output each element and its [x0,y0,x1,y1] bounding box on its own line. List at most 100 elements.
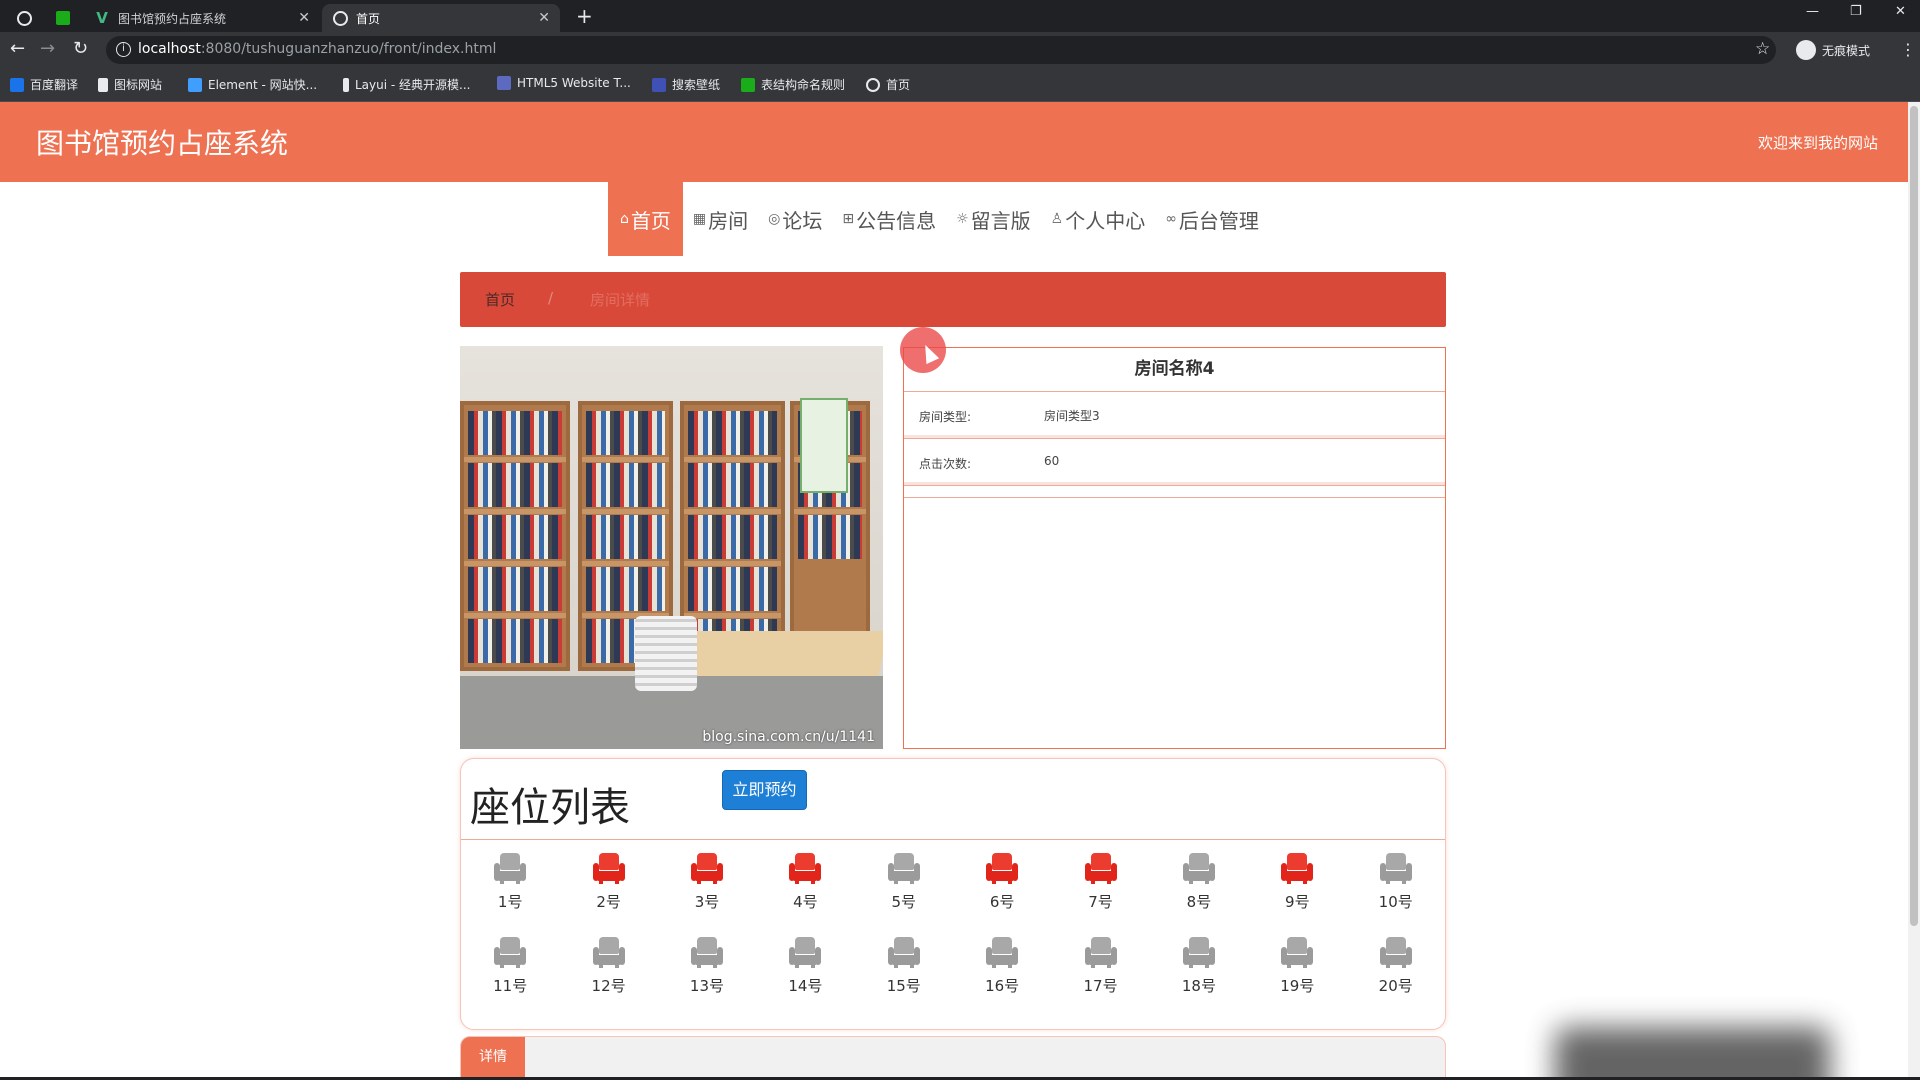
seat-item[interactable]: 16号 [953,929,1051,1013]
nav-rooms[interactable]: ▦ 房间 [683,182,758,256]
tab-library-system[interactable]: V 图书馆预约占座系统 ✕ [84,4,320,32]
bookmark-item[interactable]: 百度翻译 [10,76,78,93]
nav-announcements[interactable]: ⊞ 公告信息 [832,182,946,256]
bookmark-star-icon[interactable]: ☆ [1755,39,1770,59]
welcome-text: 欢迎来到我的网站 [1757,134,1878,152]
armchair-icon [592,853,625,884]
armchair-icon [494,937,527,968]
chat-icon: ◎ [768,211,781,227]
seat-label: 1号 [497,893,523,911]
click-count-label: 点击次数: [919,457,972,471]
user-icon: ♙ [1050,211,1064,227]
site-header: 图书馆预约占座系统 欢迎来到我的网站 [0,102,1908,182]
seat-label: 3号 [694,893,720,911]
new-tab-icon[interactable]: + [576,4,593,28]
seat-item[interactable]: 14号 [756,929,854,1013]
seat-item[interactable]: 9号 [1248,845,1346,929]
armchair-icon [887,937,920,968]
element-icon [188,77,202,92]
globe-icon [332,10,348,26]
bookmark-item[interactable]: 图标网站 [98,76,162,93]
photo-watermark: blog.sina.com.cn/u/1141 [702,729,875,745]
room-name: 房间名称4 [904,348,1445,392]
bookmark-item[interactable]: 搜索壁纸 [652,76,720,93]
seat-list-title: 座位列表 [470,785,630,831]
browser-app-tab[interactable] [6,4,50,32]
seat-label: 5号 [891,893,917,911]
info-icon[interactable]: i [116,42,131,57]
seat-item[interactable]: 12号 [559,929,657,1013]
window-close-icon[interactable]: ✕ [1895,4,1906,19]
scrollbar-thumb[interactable] [1910,106,1918,926]
seat-item[interactable]: 6号 [953,845,1051,929]
incognito-profile[interactable]: 无痕模式 [1796,40,1870,60]
seat-item[interactable]: 10号 [1347,845,1445,929]
close-icon[interactable]: ✕ [538,10,550,26]
seat-item[interactable]: 1号 [461,845,559,929]
restore-icon[interactable]: ❐ [1850,4,1862,19]
bookmark-item[interactable]: 表结构命名规则 [741,76,845,93]
browser-toolbar: ← → ↻ i localhost:8080/tushuguanzhanzuo/… [0,32,1920,68]
menu-kebab-icon[interactable]: ⋮ [1900,40,1916,59]
translate-icon [10,77,24,92]
room-type-value: 房间类型3 [1044,409,1100,423]
seat-item[interactable]: 19号 [1248,929,1346,1013]
seat-item[interactable]: 17号 [1051,929,1149,1013]
seat-label: 16号 [985,977,1020,995]
armchair-icon [1084,853,1117,884]
armchair-icon [986,937,1019,968]
tab-title: 首页 [356,11,381,26]
armchair-icon [1084,937,1117,968]
nav-forum[interactable]: ◎ 论坛 [758,182,832,256]
seat-item[interactable]: 13号 [658,929,756,1013]
nav-message-board[interactable]: ☼ 留言版 [946,182,1041,256]
tab-home[interactable]: 首页 ✕ [322,4,560,32]
bookmark-item[interactable]: Element - 网站快... [188,76,317,93]
detail-tab[interactable]: 详情 [461,1037,525,1077]
bookmark-item[interactable]: HTML5 Website T... [497,76,631,90]
seat-item[interactable]: 7号 [1051,845,1149,929]
web-page: 图书馆预约占座系统 欢迎来到我的网站 ⌂ 首页 ▦ 房间 ◎ 论坛 ⊞ 公告信息 ☼ 留言… [0,102,1908,1077]
forward-icon[interactable]: → [40,39,55,59]
link-icon: ∞ [1165,211,1177,227]
seat-label: 13号 [689,977,725,995]
bookmark-item[interactable]: 首页 [866,76,910,93]
page-scrollbar[interactable] [1908,102,1920,1077]
minimize-icon[interactable]: — [1806,4,1819,19]
seat-item[interactable]: 4号 [756,845,854,929]
seat-item[interactable]: 11号 [461,929,559,1013]
seat-label: 11号 [493,977,528,995]
flag-icon [98,77,108,92]
click-count-value: 60 [1044,454,1060,468]
back-icon[interactable]: ← [10,39,25,59]
seat-item[interactable]: 3号 [658,845,756,929]
room-type-row: 房间类型: 房间类型3 [904,392,1445,439]
browser-tab-bar: V 图书馆预约占座系统 ✕ 首页 ✕ + — ❐ ✕ [0,0,1920,32]
room-photo: blog.sina.com.cn/u/1141 [460,346,883,749]
bookshelf [460,401,570,671]
seat-item[interactable]: 2号 [559,845,657,929]
pinned-tab[interactable] [46,4,76,32]
seat-item[interactable]: 8号 [1150,845,1248,929]
bookmark-item[interactable]: Layui - 经典开源模... [343,76,470,93]
seat-item[interactable]: 20号 [1347,929,1445,1013]
reserve-button[interactable]: 立即预约 [722,770,807,810]
reload-icon[interactable]: ↻ [73,39,88,59]
nav-profile[interactable]: ♙ 个人中心 [1041,182,1156,256]
breadcrumb-current: 房间详情 [590,291,651,309]
armchair-icon [1281,937,1314,968]
seat-item[interactable]: 5号 [855,845,953,929]
close-icon[interactable]: ✕ [298,10,310,26]
seat-label: 10号 [1378,893,1413,911]
seat-label: 12号 [591,977,626,995]
seat-item[interactable]: 18号 [1150,929,1248,1013]
seat-item[interactable]: 15号 [855,929,953,1013]
globe-icon [16,10,32,26]
spreadsheet-icon [56,10,70,26]
seat-label: 15号 [886,977,921,995]
nav-home[interactable]: ⌂ 首页 [608,182,683,256]
address-bar[interactable]: i localhost:8080/tushuguanzhanzuo/front/… [106,36,1776,64]
breadcrumb-home[interactable]: 首页 [485,289,515,310]
nav-admin[interactable]: ∞ 后台管理 [1155,182,1269,256]
armchair-icon [1281,853,1314,884]
